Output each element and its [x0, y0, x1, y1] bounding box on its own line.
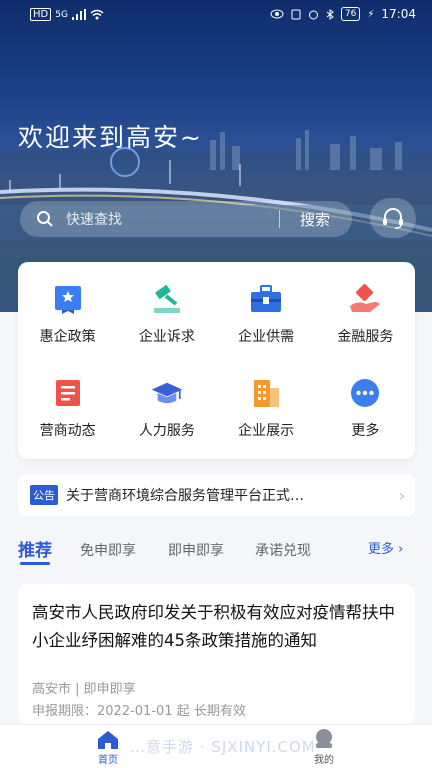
service-finance[interactable]: 金融服务	[316, 284, 415, 346]
search-input[interactable]: 快速查找	[66, 209, 279, 229]
article-period: 申报期限：2022-01-01 起 长期有效	[32, 704, 246, 719]
nav-mine-label: 我的	[314, 755, 334, 766]
service-more[interactable]: 更多	[316, 378, 415, 440]
service-showcase[interactable]: 企业展示	[217, 378, 316, 440]
welcome-title: 欢迎来到高安~	[18, 123, 203, 152]
bluetooth-icon	[326, 8, 334, 20]
eye-icon	[270, 9, 284, 19]
building-icon	[249, 378, 283, 408]
service-policy[interactable]: 惠企政策	[18, 284, 117, 346]
services-grid: 惠企政策 企业诉求 企业供需 金融服务 营商动态 人力服务 企业展示 更多	[18, 284, 415, 440]
more-dots-icon	[348, 378, 382, 408]
home-icon	[98, 731, 118, 749]
network-type: HD	[30, 8, 52, 21]
services-card: 惠企政策 企业诉求 企业供需 金融服务 营商动态 人力服务 企业展示 更多	[18, 262, 415, 459]
search-icon	[37, 211, 53, 227]
article-meta: 高安市 | 即申即享	[32, 682, 136, 697]
search-bar[interactable]: 快速查找 搜索	[20, 201, 352, 237]
policy-article-card[interactable]: 高安市人民政府印发关于积极有效应对疫情帮扶中小企业纾困解难的45条政策措施的通知…	[18, 584, 415, 724]
service-label: 企业供需	[238, 329, 295, 345]
announcement-text[interactable]: 关于营商环境综合服务管理平台正式…	[66, 485, 389, 505]
announcement-tag: 公告	[30, 485, 58, 505]
service-label: 惠企政策	[39, 329, 96, 345]
battery-level: 76	[340, 7, 361, 21]
headset-icon	[383, 208, 403, 229]
policy-icon	[51, 284, 85, 314]
news-icon	[51, 378, 85, 408]
announcement-bar[interactable]: 公告 关于营商环境综合服务管理平台正式… ›	[18, 474, 415, 516]
alarm-icon	[308, 10, 318, 19]
finance-hand-icon	[348, 284, 382, 314]
category-tabs: 推荐 免申即享 即申即享 承诺兑现 更多 ›	[18, 534, 418, 565]
service-label: 企业展示	[238, 423, 295, 439]
clock-time: 17:04	[381, 7, 416, 21]
more-label: 更多	[368, 542, 395, 557]
service-label: 更多	[351, 423, 380, 439]
tab-exempt-apply[interactable]: 免申即享	[80, 540, 136, 560]
more-link[interactable]: 更多 ›	[368, 538, 403, 557]
signal-label: 5G	[55, 9, 68, 20]
status-bar: HD 5G 76 ⚡ 17:04	[0, 0, 432, 30]
signal-icon	[71, 9, 86, 20]
nav-home-label: 首页	[98, 755, 118, 766]
service-appeal[interactable]: 企业诉求	[117, 284, 216, 346]
chevron-right-icon: ›	[398, 542, 404, 557]
graduation-cap-icon	[150, 378, 184, 408]
service-supply-demand[interactable]: 企业供需	[217, 284, 316, 346]
service-label: 人力服务	[138, 423, 195, 439]
watermark: …意手游 · SJXINYI.COM	[130, 738, 316, 756]
tab-commitment[interactable]: 承诺兑现	[255, 540, 311, 560]
tab-recommend[interactable]: 推荐	[18, 536, 52, 561]
service-hr[interactable]: 人力服务	[117, 378, 216, 440]
service-news[interactable]: 营商动态	[18, 378, 117, 440]
nav-home[interactable]: 首页	[78, 729, 138, 766]
tab-instant-apply[interactable]: 即申即享	[168, 540, 224, 560]
customer-service-button[interactable]	[370, 198, 416, 238]
article-title: 高安市人民政府印发关于积极有效应对疫情帮扶中小企业纾困解难的45条政策措施的通知	[32, 603, 395, 650]
search-button[interactable]: 搜索	[280, 209, 352, 230]
active-tab-indicator	[20, 562, 50, 565]
chevron-right-icon: ›	[398, 485, 406, 505]
toolbox-icon	[249, 284, 283, 314]
wifi-icon	[90, 9, 104, 20]
gavel-icon	[150, 284, 184, 314]
service-label: 企业诉求	[138, 329, 195, 345]
service-label: 金融服务	[337, 329, 394, 345]
user-icon	[316, 729, 332, 748]
nfc-icon	[291, 9, 301, 19]
charging-icon: ⚡	[367, 8, 375, 20]
service-label: 营商动态	[39, 423, 96, 439]
